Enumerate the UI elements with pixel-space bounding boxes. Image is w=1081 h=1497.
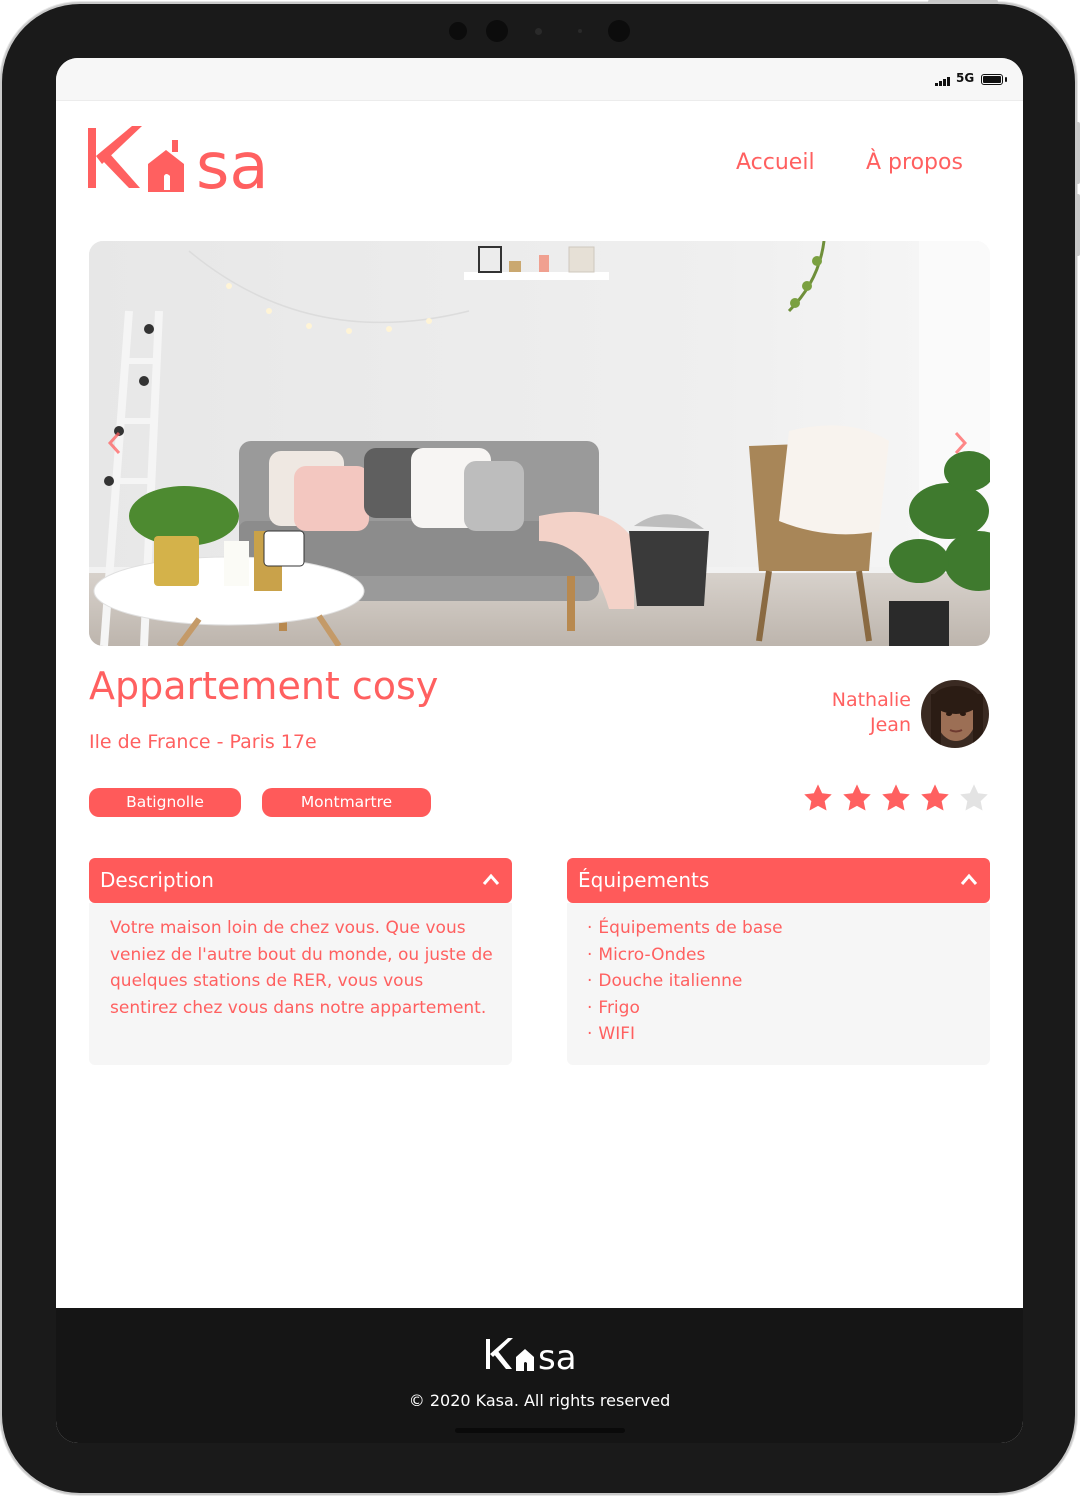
star-filled-icon <box>804 784 832 811</box>
sensor-dot <box>535 28 542 35</box>
signal-icon <box>935 83 938 86</box>
gallery-photo <box>89 241 990 646</box>
nav-home[interactable]: Accueil <box>736 150 815 175</box>
camera-dot <box>449 22 467 40</box>
equipment-panel: Équipements de base Micro-Ondes Douche i… <box>567 903 990 1065</box>
footer-logo: sa <box>486 1338 577 1375</box>
equipment-item: WIFI <box>587 1021 783 1048</box>
tag-montmartre: Montmartre <box>262 788 431 817</box>
star-filled-icon <box>921 784 949 811</box>
screen: 5G sa Accueil À propos Appartement cosy … <box>56 58 1023 1443</box>
chevron-left-icon[interactable] <box>107 431 121 455</box>
kasa-logo[interactable]: sa <box>88 124 300 196</box>
host-first-name: Nathalie <box>831 689 911 711</box>
star-empty-icon <box>960 784 988 811</box>
network-label: 5G <box>956 71 975 85</box>
chevron-up-icon <box>482 873 500 885</box>
battery-icon <box>981 74 1003 85</box>
star-filled-icon <box>882 784 910 811</box>
listing-location: Ile de France - Paris 17e <box>89 731 317 753</box>
volume-down-button <box>1076 194 1080 256</box>
equipment-item: Équipements de base <box>587 915 782 942</box>
camera-dot <box>608 20 630 42</box>
sensor-dot <box>578 29 582 33</box>
equipment-toggle[interactable]: Équipements <box>567 858 990 903</box>
signal-icon <box>947 77 950 86</box>
camera-lens <box>486 20 508 42</box>
rating-stars <box>802 782 992 816</box>
host-avatar <box>921 680 989 748</box>
description-panel: Votre maison loin de chez vous. Que vous… <box>89 903 512 1065</box>
equipment-heading: Équipements <box>578 868 710 892</box>
status-bar: 5G <box>56 58 1023 101</box>
signal-icon <box>939 81 942 86</box>
chevron-up-icon <box>960 873 978 885</box>
battery-tip <box>1005 77 1007 82</box>
host-last-name: Jean <box>870 714 911 736</box>
svg-text:sa: sa <box>196 130 269 196</box>
equipment-item: Micro-Ondes <box>587 942 783 969</box>
host-name: Nathalie Jean <box>796 688 911 738</box>
star-filled-icon <box>843 784 871 811</box>
nav-about[interactable]: À propos <box>866 150 963 175</box>
gallery-carousel[interactable] <box>89 241 990 646</box>
description-heading: Description <box>100 868 214 892</box>
signal-icon <box>943 79 946 86</box>
svg-text:sa: sa <box>538 1338 577 1375</box>
description-text: Votre maison loin de chez vous. Que vous… <box>110 918 493 1018</box>
chevron-right-icon[interactable] <box>954 431 968 455</box>
top-button <box>928 0 998 3</box>
home-indicator[interactable] <box>455 1428 625 1433</box>
description-toggle[interactable]: Description <box>89 858 512 903</box>
equipment-item: Douche italienne <box>587 968 783 995</box>
listing-title: Appartement cosy <box>89 664 439 708</box>
equipment-item: Frigo <box>587 995 783 1022</box>
tag-batignolle: Batignolle <box>89 788 241 817</box>
volume-up-button <box>1076 122 1080 184</box>
footer: sa © 2020 Kasa. All rights reserved <box>56 1308 1023 1443</box>
equipment-list: Équipements de base Micro-Ondes Douche i… <box>587 915 783 1048</box>
footer-copyright: © 2020 Kasa. All rights reserved <box>408 1391 671 1410</box>
